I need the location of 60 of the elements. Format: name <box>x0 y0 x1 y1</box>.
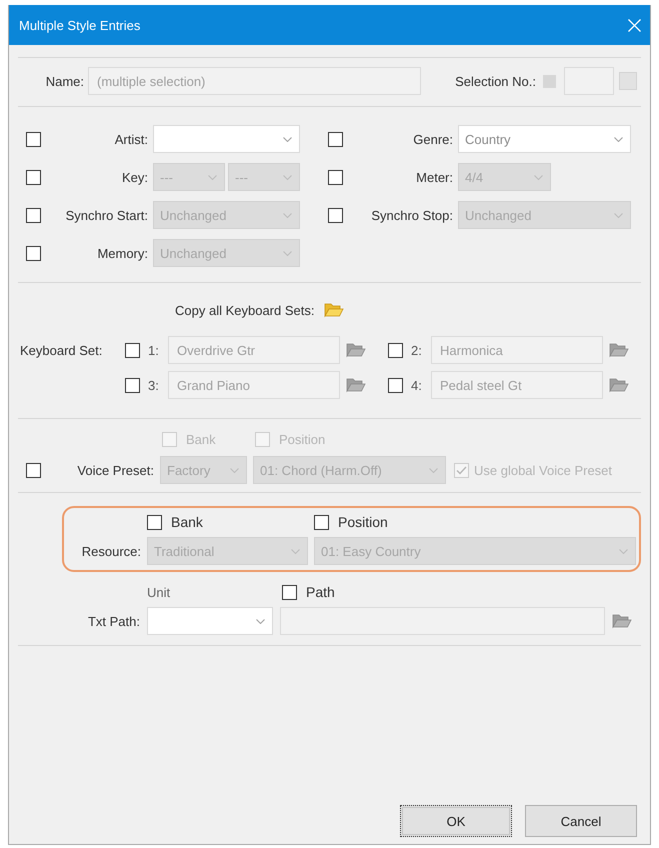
field-label: Copy all Keyboard Sets: <box>175 302 314 318</box>
field-label: Unit <box>147 584 172 600</box>
checkbox-label: Path <box>306 584 335 600</box>
checkbox[interactable] <box>328 170 343 184</box>
set-number: 1: <box>147 342 160 358</box>
chevron-down-icon <box>283 250 292 256</box>
chevron-down-icon <box>614 212 623 218</box>
chevron-down-icon <box>291 548 300 554</box>
checkbox-label: Position <box>279 432 326 446</box>
set-number: 4: <box>410 378 423 392</box>
set-number: 3: <box>147 378 160 392</box>
window-title: Multiple Style Entries <box>19 18 140 32</box>
field-label: Key: <box>120 170 149 184</box>
dialog-button[interactable]: OK <box>400 805 512 837</box>
field-label: Selection No.: <box>455 74 536 88</box>
field-label: Meter: <box>415 170 454 184</box>
dropdown[interactable]: Country <box>458 125 631 153</box>
square-icon <box>543 74 556 88</box>
chevron-down-icon <box>429 468 438 472</box>
chevron-down-icon <box>208 174 217 180</box>
chevron-down-icon <box>619 548 628 554</box>
set-number: 2: <box>410 342 423 358</box>
folder-icon[interactable] <box>346 377 366 393</box>
field-label: Keyboard Set: <box>20 342 104 358</box>
chevron-down-icon <box>614 136 623 142</box>
chevron-down-icon <box>230 468 239 472</box>
chevron-down-icon <box>256 618 265 624</box>
dialog-button[interactable]: Cancel <box>525 805 637 837</box>
field-label: Resource: <box>80 544 141 558</box>
checkbox-label: Position <box>338 514 388 530</box>
field-label: Synchro Start: <box>64 208 149 222</box>
checkbox-label: Use global Voice Preset <box>474 462 612 478</box>
checkbox[interactable] <box>26 246 41 260</box>
field-label: Synchro Stop: <box>370 208 454 222</box>
checkbox[interactable] <box>26 132 41 146</box>
checkbox[interactable] <box>314 514 329 530</box>
field-label: Name: <box>44 74 85 88</box>
chevron-down-icon <box>283 136 292 142</box>
checkbox[interactable] <box>328 132 343 146</box>
field-label: Genre: <box>412 132 454 146</box>
chevron-down-icon <box>283 212 292 218</box>
checkbox[interactable] <box>26 462 41 478</box>
checkbox[interactable] <box>26 208 41 222</box>
checkbox-label: Bank <box>186 432 216 446</box>
checkbox[interactable] <box>282 584 297 600</box>
field-label: Voice Preset: <box>76 462 154 478</box>
checkbox[interactable] <box>26 170 41 184</box>
folder-icon[interactable] <box>609 342 629 358</box>
close-icon[interactable] <box>628 18 641 32</box>
chevron-down-icon <box>283 174 292 180</box>
checkbox-label: Bank <box>171 514 203 530</box>
checkbox[interactable] <box>328 208 343 222</box>
folder-icon[interactable] <box>346 342 366 358</box>
field-label: Txt Path: <box>86 614 140 628</box>
chevron-down-icon <box>534 174 543 180</box>
checkbox[interactable] <box>147 514 162 530</box>
field-label: Artist: <box>114 132 149 146</box>
field-label: Memory: <box>96 246 149 260</box>
folder-icon[interactable] <box>609 377 629 393</box>
folder-icon[interactable] <box>612 613 632 629</box>
